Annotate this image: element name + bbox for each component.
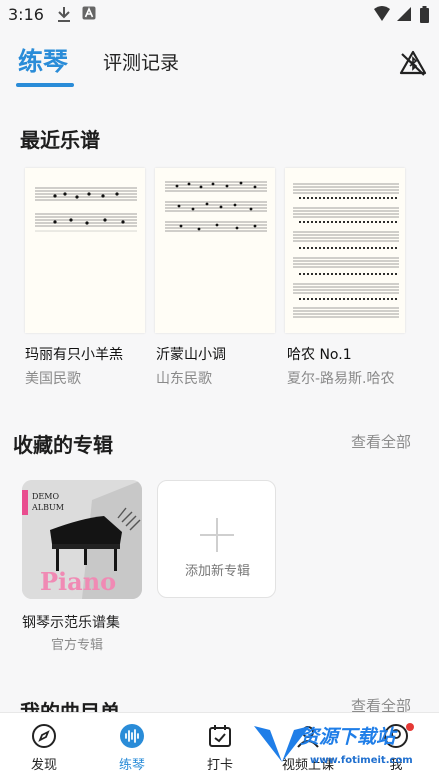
text-app-icon bbox=[82, 6, 96, 20]
nav-practice-label: 练琴 bbox=[118, 758, 145, 773]
score-title: 哈农 No.1 bbox=[287, 347, 352, 363]
album-cover[interactable]: DEMO ALBUM Piano bbox=[22, 480, 142, 599]
sheet-music-image bbox=[293, 183, 399, 318]
nav-discover[interactable]: 发现 bbox=[0, 713, 88, 781]
nav-checkin[interactable]: 打卡 bbox=[176, 713, 264, 781]
score-composer: 美国民歌 bbox=[25, 371, 81, 387]
watermark-url: www.fotimeit.com bbox=[310, 755, 413, 766]
tab-evaluation-records[interactable]: 评测记录 bbox=[103, 48, 179, 75]
cover-tag-line1: DEMO bbox=[32, 492, 59, 501]
compass-icon bbox=[32, 724, 56, 748]
score-composer: 山东民歌 bbox=[156, 371, 212, 387]
app-screen: 3:16 练琴 评测记录 最近乐谱 玛丽有只小羊羔 美国民歌 沂蒙山小调 山东民… bbox=[0, 0, 439, 781]
status-time: 3:16 bbox=[8, 5, 44, 24]
score-thumbnail[interactable] bbox=[155, 168, 275, 333]
plus-icon bbox=[200, 518, 234, 552]
status-bar: 3:16 bbox=[0, 0, 439, 30]
calendar-check-icon bbox=[209, 725, 231, 747]
cover-tag-line2: ALBUM bbox=[31, 503, 64, 512]
download-icon bbox=[58, 7, 70, 22]
waveform-icon bbox=[120, 724, 144, 748]
score-thumbnail[interactable] bbox=[285, 168, 405, 333]
album-title: 钢琴示范乐谱集 bbox=[22, 615, 120, 631]
watermark-text: 资源下载站 bbox=[300, 726, 396, 748]
piano-album-image: DEMO ALBUM Piano bbox=[22, 480, 142, 599]
signal-icon bbox=[397, 7, 411, 21]
nav-discover-label: 发现 bbox=[30, 758, 57, 773]
score-title: 玛丽有只小羊羔 bbox=[25, 347, 123, 363]
add-album-label: 添加新专辑 bbox=[184, 564, 250, 579]
album-subtitle: 官方专辑 bbox=[51, 638, 104, 653]
tab-active-indicator bbox=[16, 83, 74, 87]
nav-practice[interactable]: 练琴 bbox=[88, 713, 176, 781]
bluetooth-piano-off-icon[interactable] bbox=[398, 49, 428, 77]
wifi-icon bbox=[374, 6, 390, 21]
cover-word: Piano bbox=[40, 567, 116, 596]
albums-view-all-link[interactable]: 查看全部 bbox=[351, 431, 411, 452]
score-title: 沂蒙山小调 bbox=[156, 347, 226, 363]
sheet-music-image bbox=[35, 187, 137, 232]
sheet-music-image bbox=[165, 181, 267, 232]
recent-scores-title: 最近乐谱 bbox=[20, 128, 100, 152]
tab-practice[interactable]: 练琴 bbox=[18, 42, 68, 78]
watermark: 资源下载站 www.fotimeit.com bbox=[252, 718, 413, 776]
battery-icon bbox=[420, 6, 429, 23]
favorite-albums-title: 收藏的专辑 bbox=[13, 433, 113, 457]
score-thumbnail[interactable] bbox=[25, 168, 145, 333]
score-composer: 夏尔-路易斯.哈农 bbox=[287, 371, 395, 387]
nav-checkin-label: 打卡 bbox=[206, 758, 233, 773]
add-album-button[interactable]: 添加新专辑 bbox=[157, 480, 276, 598]
